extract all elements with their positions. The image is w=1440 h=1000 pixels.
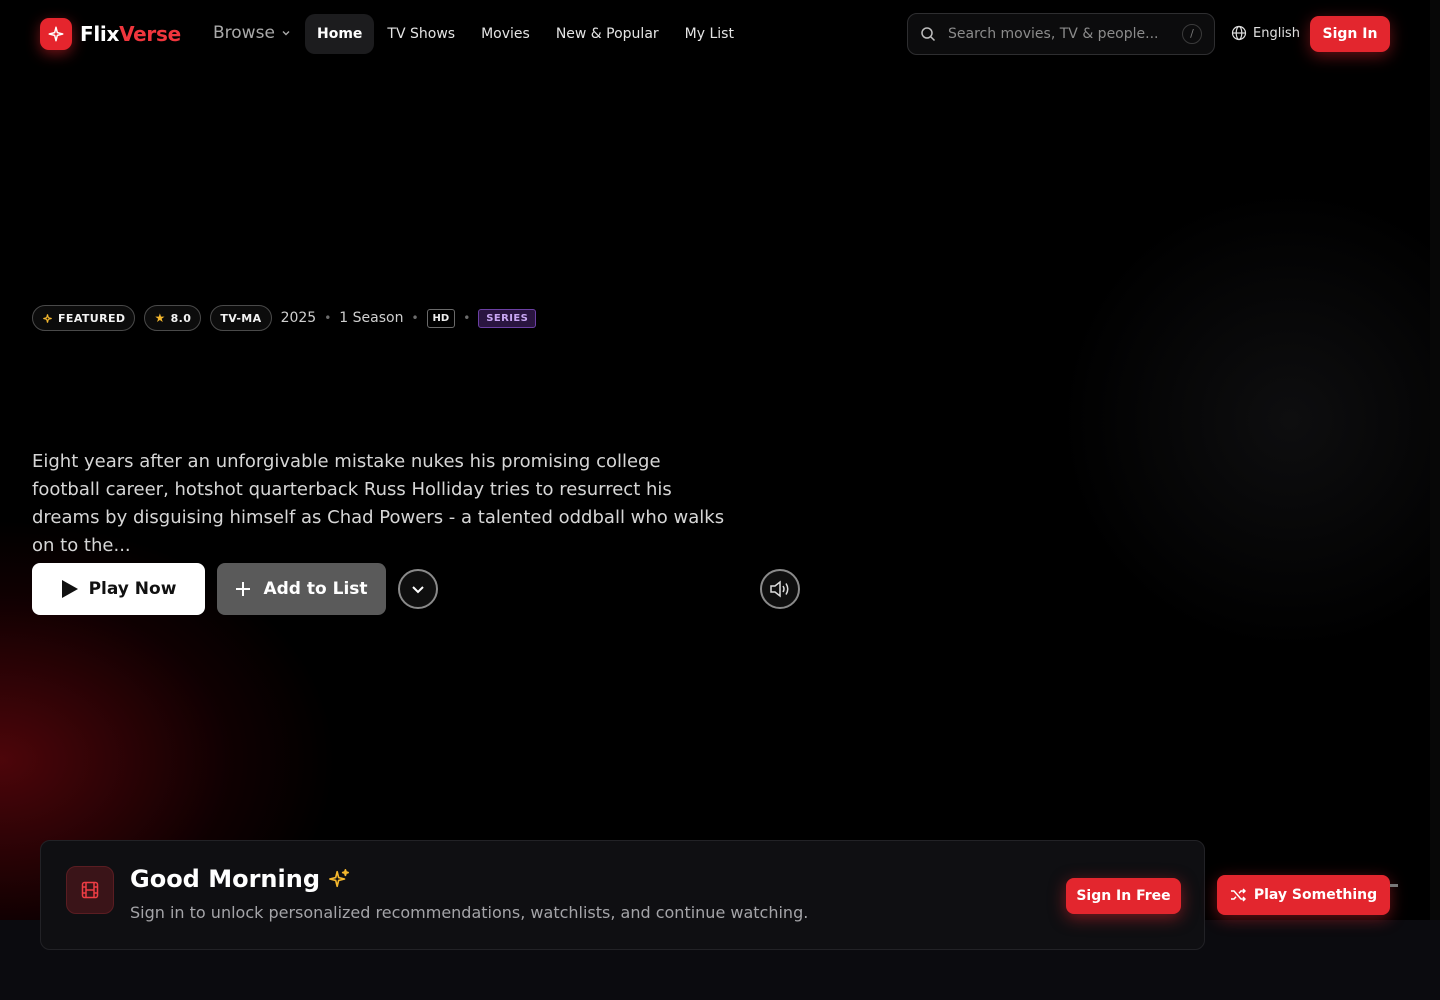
volume-icon [770, 580, 789, 598]
title-description: Eight years after an unforgivable mistak… [32, 451, 725, 556]
title-meta-row: FEATURED ★ 8.0 TV-MA 2025 • 1 Season • H… [32, 305, 537, 331]
chevron-down-icon [412, 586, 424, 594]
logo[interactable]: FlixVerse [40, 18, 181, 50]
search-placeholder: Search movies, TV & people... [948, 26, 1159, 42]
top-navbar: FlixVerse Browse Home TV Shows Movies Ne… [0, 0, 1440, 68]
quality-badge: HD [426, 308, 456, 328]
nav-link-movies[interactable]: Movies [468, 14, 543, 54]
release-year: 2025 [280, 310, 317, 326]
mute-toggle-button[interactable] [760, 569, 800, 609]
sign-in-free-button[interactable]: Sign In Free [1066, 878, 1181, 914]
play-something-button[interactable]: Play Something [1217, 875, 1390, 915]
featured-badge: FEATURED [32, 305, 136, 331]
add-to-list-label: Add to List [263, 579, 368, 599]
greeting-card: Good Morning Sign in to unlock personali… [40, 840, 1205, 950]
scroll-indicator [1390, 884, 1398, 887]
greeting-title: Good Morning [130, 865, 350, 893]
sparkle-icon [329, 869, 349, 888]
separator-dot: • [463, 311, 471, 325]
rating-badge: ★ 8.0 [144, 305, 202, 331]
language-selector[interactable]: English [1231, 25, 1300, 41]
browse-label: Browse [213, 23, 275, 43]
nav-link-new-popular[interactable]: New & Popular [543, 14, 672, 54]
sparkle-icon [43, 313, 52, 323]
sign-in-button[interactable]: Sign In [1310, 16, 1390, 52]
browse-dropdown[interactable]: Browse [213, 23, 291, 43]
globe-icon [1231, 25, 1247, 41]
type-badge: SERIES [478, 308, 537, 328]
plus-icon [236, 582, 251, 596]
greeting-subtitle: Sign in to unlock personalized recommend… [130, 903, 809, 922]
play-icon [61, 580, 78, 598]
nav-link-home[interactable]: Home [305, 14, 375, 54]
shuffle-icon [1230, 888, 1246, 902]
search-shortcut-key: / [1182, 24, 1202, 44]
hero-actions: Play Now Add to List [32, 563, 438, 615]
play-something-label: Play Something [1253, 887, 1378, 903]
main-nav: Home TV Shows Movies New & Popular My Li… [305, 14, 747, 54]
play-now-label: Play Now [88, 579, 177, 599]
scrollbar-track[interactable] [1430, 0, 1440, 920]
logo-text: FlixVerse [80, 22, 181, 46]
star-icon: ★ [154, 311, 166, 325]
separator-dot: • [324, 311, 332, 325]
more-info-button[interactable] [398, 569, 438, 609]
season-count: 1 Season [339, 310, 404, 326]
nav-link-tv-shows[interactable]: TV Shows [374, 14, 468, 54]
logo-text-part2: Verse [119, 22, 181, 46]
search-input[interactable]: Search movies, TV & people... / [907, 13, 1215, 55]
language-label: English [1253, 25, 1300, 41]
play-now-button[interactable]: Play Now [32, 563, 205, 615]
rating-value: 8.0 [170, 311, 192, 325]
add-to-list-button[interactable]: Add to List [217, 563, 386, 615]
sparkle-icon [40, 18, 72, 50]
greeting-title-text: Good Morning [130, 865, 320, 893]
maturity-badge: TV-MA [210, 305, 272, 331]
separator-dot: • [411, 311, 419, 325]
search-icon [921, 27, 936, 42]
nav-link-my-list[interactable]: My List [672, 14, 747, 54]
film-icon [66, 866, 114, 914]
featured-label: FEATURED [58, 311, 126, 325]
logo-text-part1: Flix [80, 22, 120, 46]
chevron-down-icon [282, 31, 290, 36]
